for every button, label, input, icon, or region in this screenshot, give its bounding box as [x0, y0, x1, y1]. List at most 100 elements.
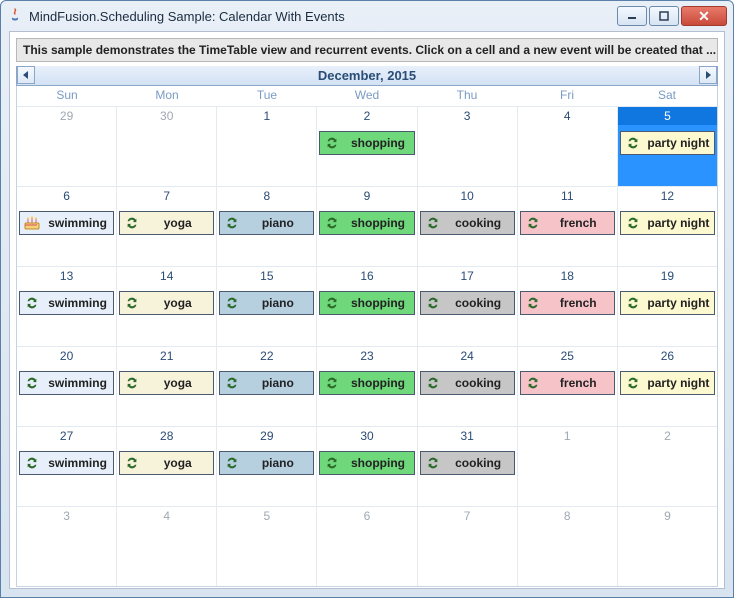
event-item[interactable]: french	[520, 371, 615, 395]
day-cell[interactable]: 1	[217, 106, 317, 186]
event-item[interactable]: yoga	[119, 211, 214, 235]
event-item[interactable]: party night	[620, 211, 715, 235]
event-item[interactable]: swimming	[19, 291, 114, 315]
event-label: piano	[246, 456, 313, 470]
event-item[interactable]: shopping	[319, 131, 414, 155]
day-number: 21	[117, 347, 216, 365]
event-item[interactable]: cooking	[420, 371, 515, 395]
event-item[interactable]: party night	[620, 131, 715, 155]
day-cell[interactable]: 2	[618, 426, 717, 506]
event-item[interactable]: swimming	[19, 371, 114, 395]
day-cell[interactable]: 9shopping	[317, 186, 417, 266]
day-number: 29	[217, 427, 316, 445]
event-item[interactable]: cooking	[420, 451, 515, 475]
day-number: 25	[518, 347, 617, 365]
day-cell[interactable]: 6swimming	[17, 186, 117, 266]
day-cell[interactable]: 14yoga	[117, 266, 217, 346]
day-cell[interactable]: 7yoga	[117, 186, 217, 266]
day-cell[interactable]: 15piano	[217, 266, 317, 346]
recurring-icon	[224, 455, 240, 471]
event-item[interactable]: yoga	[119, 371, 214, 395]
day-cell[interactable]: 13swimming	[17, 266, 117, 346]
event-label: cooking	[447, 296, 514, 310]
day-cell[interactable]: 17cooking	[418, 266, 518, 346]
recurring-icon	[425, 375, 441, 391]
day-cell[interactable]: 21 yoga	[117, 346, 217, 426]
day-cell[interactable]: 9	[618, 506, 717, 586]
event-item[interactable]: cooking	[420, 211, 515, 235]
day-cell[interactable]: 12 party night	[618, 186, 717, 266]
day-cell[interactable]: 10cooking	[418, 186, 518, 266]
event-item[interactable]: swimming	[19, 451, 114, 475]
day-cell[interactable]: 5	[217, 506, 317, 586]
day-cell[interactable]: 30	[117, 106, 217, 186]
day-cell[interactable]: 5party night	[618, 106, 717, 186]
day-cell[interactable]: 25 french	[518, 346, 618, 426]
day-cell[interactable]: 27swimming	[17, 426, 117, 506]
titlebar[interactable]: MindFusion.Scheduling Sample: Calendar W…	[1, 1, 733, 31]
event-item[interactable]: piano	[219, 451, 314, 475]
event-item[interactable]: cooking	[420, 291, 515, 315]
event-item[interactable]: yoga	[119, 451, 214, 475]
event-label: cooking	[447, 456, 514, 470]
day-cell[interactable]: 18french	[518, 266, 618, 346]
day-cell[interactable]: 8	[518, 506, 618, 586]
prev-month-button[interactable]	[17, 66, 35, 84]
event-item[interactable]: piano	[219, 371, 314, 395]
day-cell[interactable]: 3	[17, 506, 117, 586]
day-cell[interactable]: 26party night	[618, 346, 717, 426]
day-cell[interactable]: 24cooking	[418, 346, 518, 426]
event-label: party night	[647, 216, 714, 230]
day-number: 29	[17, 107, 116, 125]
day-cell[interactable]: 4	[117, 506, 217, 586]
close-button[interactable]: ✕	[681, 6, 727, 26]
day-cell[interactable]: 11french	[518, 186, 618, 266]
day-number: 12	[618, 187, 717, 205]
day-cell[interactable]: 31cooking	[418, 426, 518, 506]
event-item[interactable]: shopping	[319, 291, 414, 315]
day-cell[interactable]: 8piano	[217, 186, 317, 266]
day-cell[interactable]: 29 piano	[217, 426, 317, 506]
event-label: french	[547, 296, 614, 310]
month-header[interactable]: December, 2015	[16, 66, 718, 86]
recurring-icon	[324, 455, 340, 471]
recurring-icon	[625, 375, 641, 391]
day-cell[interactable]: 2shopping	[317, 106, 417, 186]
event-label: party night	[647, 376, 714, 390]
window-buttons: ✕	[617, 6, 727, 26]
recurring-icon	[24, 295, 40, 311]
day-cell[interactable]: 30shopping	[317, 426, 417, 506]
day-cell[interactable]: 22piano	[217, 346, 317, 426]
event-item[interactable]: shopping	[319, 371, 414, 395]
day-cell[interactable]: 29	[17, 106, 117, 186]
minimize-button[interactable]	[617, 6, 647, 26]
maximize-button[interactable]	[649, 6, 679, 26]
recurring-icon	[224, 215, 240, 231]
day-cell[interactable]: 28yoga	[117, 426, 217, 506]
event-item[interactable]: yoga	[119, 291, 214, 315]
event-item[interactable]: piano	[219, 211, 314, 235]
day-cell[interactable]: 1	[518, 426, 618, 506]
day-cell[interactable]: 6	[317, 506, 417, 586]
event-item[interactable]: party night	[620, 371, 715, 395]
event-item[interactable]: swimming	[19, 211, 114, 235]
next-month-button[interactable]	[699, 66, 717, 84]
event-item[interactable]: french	[520, 291, 615, 315]
day-cell[interactable]: 7	[418, 506, 518, 586]
event-item[interactable]: shopping	[319, 211, 414, 235]
event-item[interactable]: party night	[620, 291, 715, 315]
event-item[interactable]: shopping	[319, 451, 414, 475]
event-item[interactable]: piano	[219, 291, 314, 315]
dow-label: Fri	[517, 86, 617, 106]
recurring-icon	[324, 295, 340, 311]
day-cell[interactable]: 23shopping	[317, 346, 417, 426]
day-cell[interactable]: 4	[518, 106, 618, 186]
day-cell[interactable]: 3	[418, 106, 518, 186]
event-label: shopping	[346, 136, 413, 150]
event-item[interactable]: french	[520, 211, 615, 235]
day-cell[interactable]: 20swimming	[17, 346, 117, 426]
day-cell[interactable]: 19party night	[618, 266, 717, 346]
recurring-icon	[124, 295, 140, 311]
week-row: 3456789	[17, 506, 717, 586]
day-cell[interactable]: 16shopping	[317, 266, 417, 346]
